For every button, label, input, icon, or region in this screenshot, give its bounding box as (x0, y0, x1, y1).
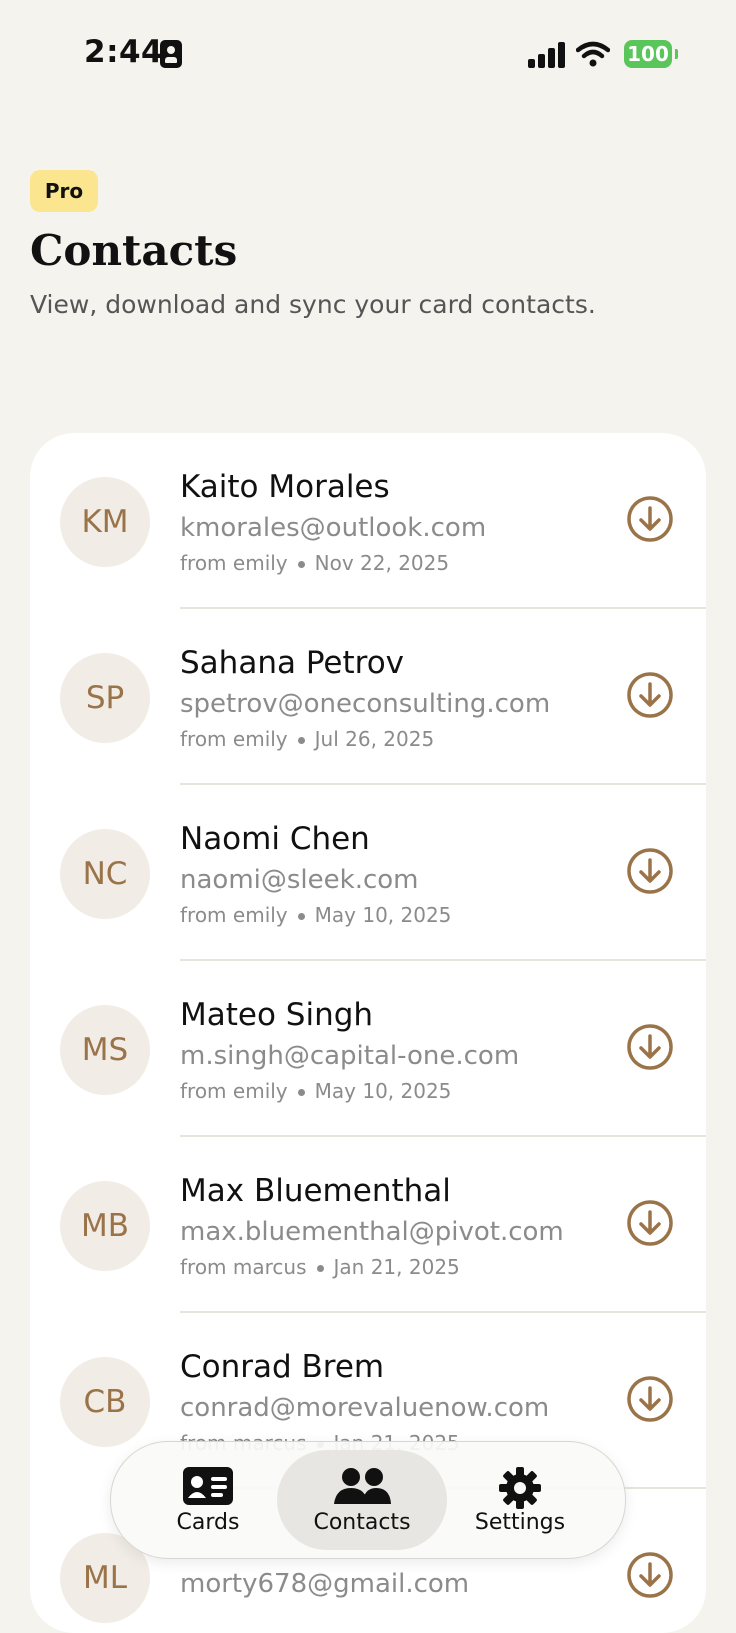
avatar: MS (60, 1005, 150, 1095)
contact-email: conrad@morevaluenow.com (180, 1393, 550, 1423)
avatar: NC (60, 829, 150, 919)
contact-name: Naomi Chen (180, 821, 370, 857)
page-subtitle: View, download and sync your card contac… (30, 290, 596, 319)
list-item[interactable]: MB Max Bluementhal max.bluementhal@pivot… (30, 1137, 706, 1313)
contact-meta: from emily Jul 26, 2025 (180, 727, 434, 751)
separator-dot (297, 1089, 305, 1096)
contact-date: May 10, 2025 (314, 1079, 452, 1103)
list-item[interactable]: NC Naomi Chen naomi@sleek.com from emily… (30, 785, 706, 961)
contact-name: Sahana Petrov (180, 645, 405, 681)
avatar: CB (60, 1357, 150, 1447)
download-icon[interactable] (626, 1023, 674, 1071)
contact-email: spetrov@oneconsulting.com (180, 689, 551, 719)
separator-dot (297, 913, 305, 920)
tab-bar: Cards Contacts Settings (110, 1441, 626, 1559)
contact-email: m.singh@capital-one.com (180, 1041, 520, 1071)
cellular-signal-icon (528, 42, 566, 68)
battery-icon: 100 (624, 40, 678, 68)
people-icon (334, 1468, 391, 1504)
status-bar: 2:44 100 (0, 0, 736, 108)
contact-card-icon (160, 40, 182, 68)
contact-source: from emily (180, 903, 288, 927)
tab-settings-label: Settings (474, 1510, 566, 1535)
list-item[interactable]: KM Kaito Morales kmorales@outlook.com fr… (30, 433, 706, 609)
avatar: SP (60, 653, 150, 743)
contact-name: Max Bluementhal (180, 1173, 451, 1209)
download-icon[interactable] (626, 495, 674, 543)
contact-meta: from emily May 10, 2025 (180, 903, 451, 927)
page-title: Contacts (30, 226, 238, 275)
contact-name: Conrad Brem (180, 1349, 385, 1385)
contact-email: morty678@gmail.com (180, 1569, 470, 1599)
contact-source: from emily (180, 551, 288, 575)
tab-cards[interactable]: Cards (123, 1450, 293, 1550)
contact-meta: from emily Nov 22, 2025 (180, 551, 449, 575)
contact-email: max.bluementhal@pivot.com (180, 1217, 564, 1247)
avatar: KM (60, 477, 150, 567)
contact-source: from emily (180, 727, 288, 751)
contact-name: Kaito Morales (180, 469, 390, 505)
wifi-icon (576, 41, 610, 67)
tab-contacts[interactable]: Contacts (277, 1450, 447, 1550)
download-icon[interactable] (626, 671, 674, 719)
tab-cards-label: Cards (176, 1510, 240, 1535)
separator-dot (297, 561, 305, 568)
pro-badge: Pro (30, 170, 98, 212)
contact-source: from emily (180, 1079, 288, 1103)
contact-date: Nov 22, 2025 (314, 551, 450, 575)
list-item[interactable]: MS Mateo Singh m.singh@capital-one.com f… (30, 961, 706, 1137)
contact-email: kmorales@outlook.com (180, 513, 487, 543)
avatar: MB (60, 1181, 150, 1271)
tab-contacts-label: Contacts (313, 1510, 411, 1535)
separator-dot (316, 1265, 324, 1272)
contact-source: from marcus (180, 1255, 307, 1279)
contact-name: Mateo Singh (180, 997, 374, 1033)
tab-settings[interactable]: Settings (435, 1450, 605, 1550)
separator-dot (297, 737, 305, 744)
contact-meta: from emily May 10, 2025 (180, 1079, 451, 1103)
download-icon[interactable] (626, 1199, 674, 1247)
download-icon[interactable] (626, 847, 674, 895)
contact-date: Jul 26, 2025 (314, 727, 435, 751)
gear-icon (499, 1467, 541, 1509)
download-icon[interactable] (626, 1375, 674, 1423)
download-icon[interactable] (626, 1551, 674, 1599)
status-time: 2:44 (84, 34, 164, 70)
contact-date: May 10, 2025 (314, 903, 452, 927)
contact-meta: from marcus Jan 21, 2025 (180, 1255, 460, 1279)
id-card-icon (183, 1467, 233, 1505)
contact-email: naomi@sleek.com (180, 865, 419, 895)
contact-date: Jan 21, 2025 (333, 1255, 460, 1279)
list-item[interactable]: SP Sahana Petrov spetrov@oneconsulting.c… (30, 609, 706, 785)
